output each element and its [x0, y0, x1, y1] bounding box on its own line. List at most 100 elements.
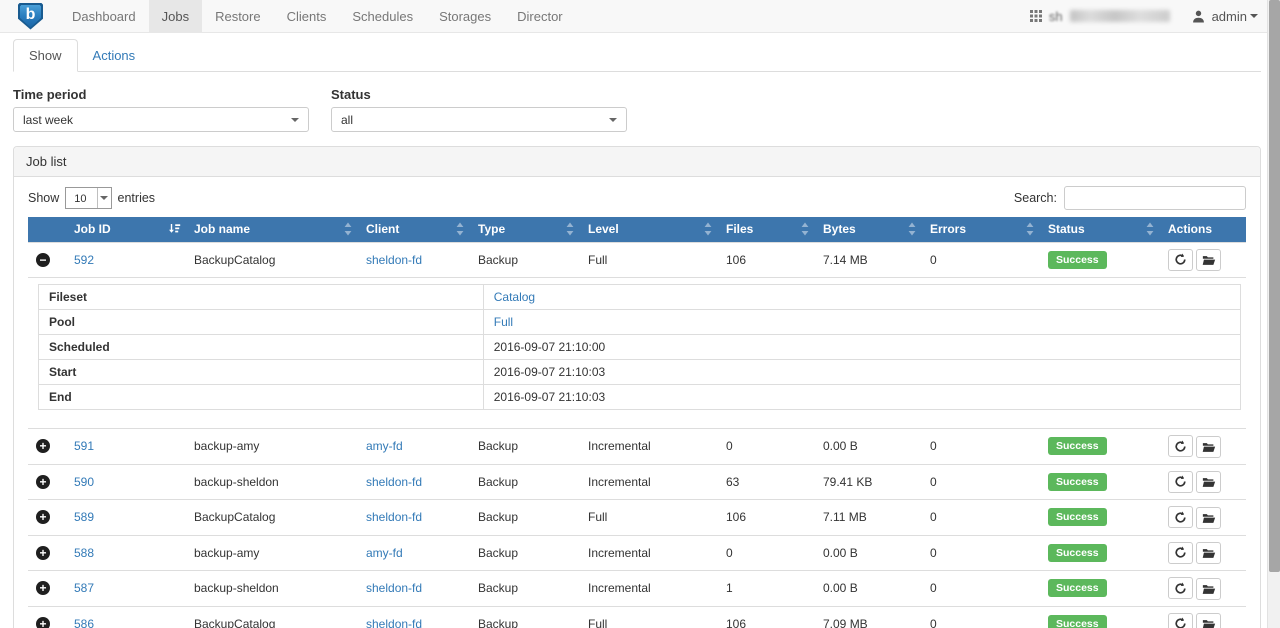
rerun-job-button[interactable]: [1168, 577, 1193, 599]
column-header-errors[interactable]: Errors: [922, 217, 1040, 242]
expand-row-icon[interactable]: +: [36, 439, 50, 453]
tab-actions[interactable]: Actions: [78, 40, 151, 71]
bytes-cell: 7.14 MB: [815, 242, 922, 278]
client-cell: amy-fd: [358, 429, 470, 465]
rerun-job-button[interactable]: [1168, 613, 1193, 628]
nav-item-dashboard[interactable]: Dashboard: [59, 0, 149, 32]
status-badge: Success: [1048, 544, 1107, 562]
rerun-job-button[interactable]: [1168, 471, 1193, 493]
restore-button[interactable]: [1196, 471, 1221, 493]
collapse-row-icon[interactable]: −: [36, 253, 50, 267]
detail-link[interactable]: Catalog: [494, 290, 535, 304]
job-id-link[interactable]: 587: [74, 581, 94, 595]
detail-value: 2016-09-07 21:10:03: [483, 360, 1240, 385]
client-link[interactable]: sheldon-fd: [366, 617, 422, 628]
job-detail-table: FilesetCatalogPoolFullScheduled2016-09-0…: [38, 284, 1241, 410]
scrollbar-thumb[interactable]: [1269, 0, 1280, 572]
job-row-591: +591backup-amyamy-fdBackupIncremental00.…: [28, 429, 1246, 465]
level-cell: Full: [580, 500, 718, 536]
restore-button[interactable]: [1196, 613, 1221, 628]
client-link[interactable]: sheldon-fd: [366, 581, 422, 595]
nav-item-restore[interactable]: Restore: [202, 0, 274, 32]
files-cell: 106: [718, 500, 815, 536]
job-id-link[interactable]: 588: [74, 546, 94, 560]
status-select[interactable]: all: [331, 107, 627, 132]
expand-row-icon[interactable]: +: [36, 546, 50, 560]
actions-cell: [1160, 571, 1246, 607]
job-table-body: −592BackupCatalogsheldon-fdBackupFull106…: [28, 242, 1246, 628]
nav-item-schedules[interactable]: Schedules: [339, 0, 426, 32]
sort-icon: [800, 222, 810, 236]
column-header-client[interactable]: Client: [358, 217, 470, 242]
column-header-bytes[interactable]: Bytes: [815, 217, 922, 242]
sort-icon: [703, 222, 713, 236]
nav-item-storages[interactable]: Storages: [426, 0, 504, 32]
nav-item-clients[interactable]: Clients: [274, 0, 340, 32]
type-cell: Backup: [470, 500, 580, 536]
job-id-cell: 591: [66, 429, 186, 465]
user-menu[interactable]: admin: [1212, 9, 1258, 24]
tab-show[interactable]: Show: [13, 39, 78, 72]
detail-label: Fileset: [39, 285, 484, 310]
restore-button[interactable]: [1196, 507, 1221, 529]
page-scrollbar[interactable]: [1267, 0, 1280, 628]
rerun-job-button[interactable]: [1168, 506, 1193, 528]
client-link[interactable]: sheldon-fd: [366, 253, 422, 267]
column-header-files[interactable]: Files: [718, 217, 815, 242]
time-period-select[interactable]: last week: [13, 107, 309, 132]
rerun-job-button[interactable]: [1168, 435, 1193, 457]
client-link[interactable]: sheldon-fd: [366, 475, 422, 489]
type-cell: Backup: [470, 535, 580, 571]
job-id-link[interactable]: 586: [74, 617, 94, 628]
column-header-type[interactable]: Type: [470, 217, 580, 242]
search-input[interactable]: [1064, 186, 1246, 210]
page-size-select[interactable]: 10: [65, 187, 111, 209]
show-label: Show: [28, 191, 59, 205]
column-header-actions: Actions: [1160, 217, 1246, 242]
expand-row-icon[interactable]: +: [36, 617, 50, 628]
hostname-redacted: [1070, 10, 1170, 22]
entries-label: entries: [118, 191, 156, 205]
job-id-link[interactable]: 591: [74, 439, 94, 453]
restore-folder-icon: [1202, 583, 1216, 595]
restore-button[interactable]: [1196, 542, 1221, 564]
column-header-job-id[interactable]: Job ID: [66, 217, 186, 242]
nav-item-director[interactable]: Director: [504, 0, 576, 32]
nav-item-jobs[interactable]: Jobs: [149, 0, 202, 32]
client-link[interactable]: amy-fd: [366, 439, 403, 453]
status-filter: Status all: [331, 87, 627, 132]
sort-icon: [343, 222, 353, 236]
restore-button[interactable]: [1196, 436, 1221, 458]
restore-folder-icon: [1202, 547, 1216, 559]
client-link[interactable]: sheldon-fd: [366, 510, 422, 524]
client-link[interactable]: amy-fd: [366, 546, 403, 560]
expand-row-icon[interactable]: +: [36, 510, 50, 524]
expand-row-icon[interactable]: +: [36, 581, 50, 595]
column-header-level[interactable]: Level: [580, 217, 718, 242]
job-id-cell: 587: [66, 571, 186, 607]
job-row-589: +589BackupCatalogsheldon-fdBackupFull106…: [28, 500, 1246, 536]
restore-button[interactable]: [1196, 578, 1221, 600]
detail-link[interactable]: Full: [494, 315, 513, 329]
restore-button[interactable]: [1196, 249, 1221, 271]
sort-icon: [907, 222, 917, 236]
expand-row-icon[interactable]: +: [36, 475, 50, 489]
rerun-job-button[interactable]: [1168, 249, 1193, 271]
job-id-link[interactable]: 589: [74, 510, 94, 524]
status-cell: Success: [1040, 606, 1160, 628]
rerun-job-button[interactable]: [1168, 542, 1193, 564]
job-id-link[interactable]: 590: [74, 475, 94, 489]
column-header-job-name[interactable]: Job name: [186, 217, 358, 242]
detail-label: Scheduled: [39, 335, 484, 360]
job-id-cell: 590: [66, 464, 186, 500]
column-header-status[interactable]: Status: [1040, 217, 1160, 242]
job-id-link[interactable]: 592: [74, 253, 94, 267]
bareos-logo[interactable]: b: [0, 0, 59, 32]
restore-folder-icon: [1202, 618, 1216, 628]
type-cell: Backup: [470, 242, 580, 278]
errors-cell: 0: [922, 535, 1040, 571]
job-row-586: +586BackupCatalogsheldon-fdBackupFull106…: [28, 606, 1246, 628]
status-badge: Success: [1048, 251, 1107, 269]
table-controls: Show 10 entries Search:: [28, 186, 1246, 210]
job-row-590: +590backup-sheldonsheldon-fdBackupIncrem…: [28, 464, 1246, 500]
